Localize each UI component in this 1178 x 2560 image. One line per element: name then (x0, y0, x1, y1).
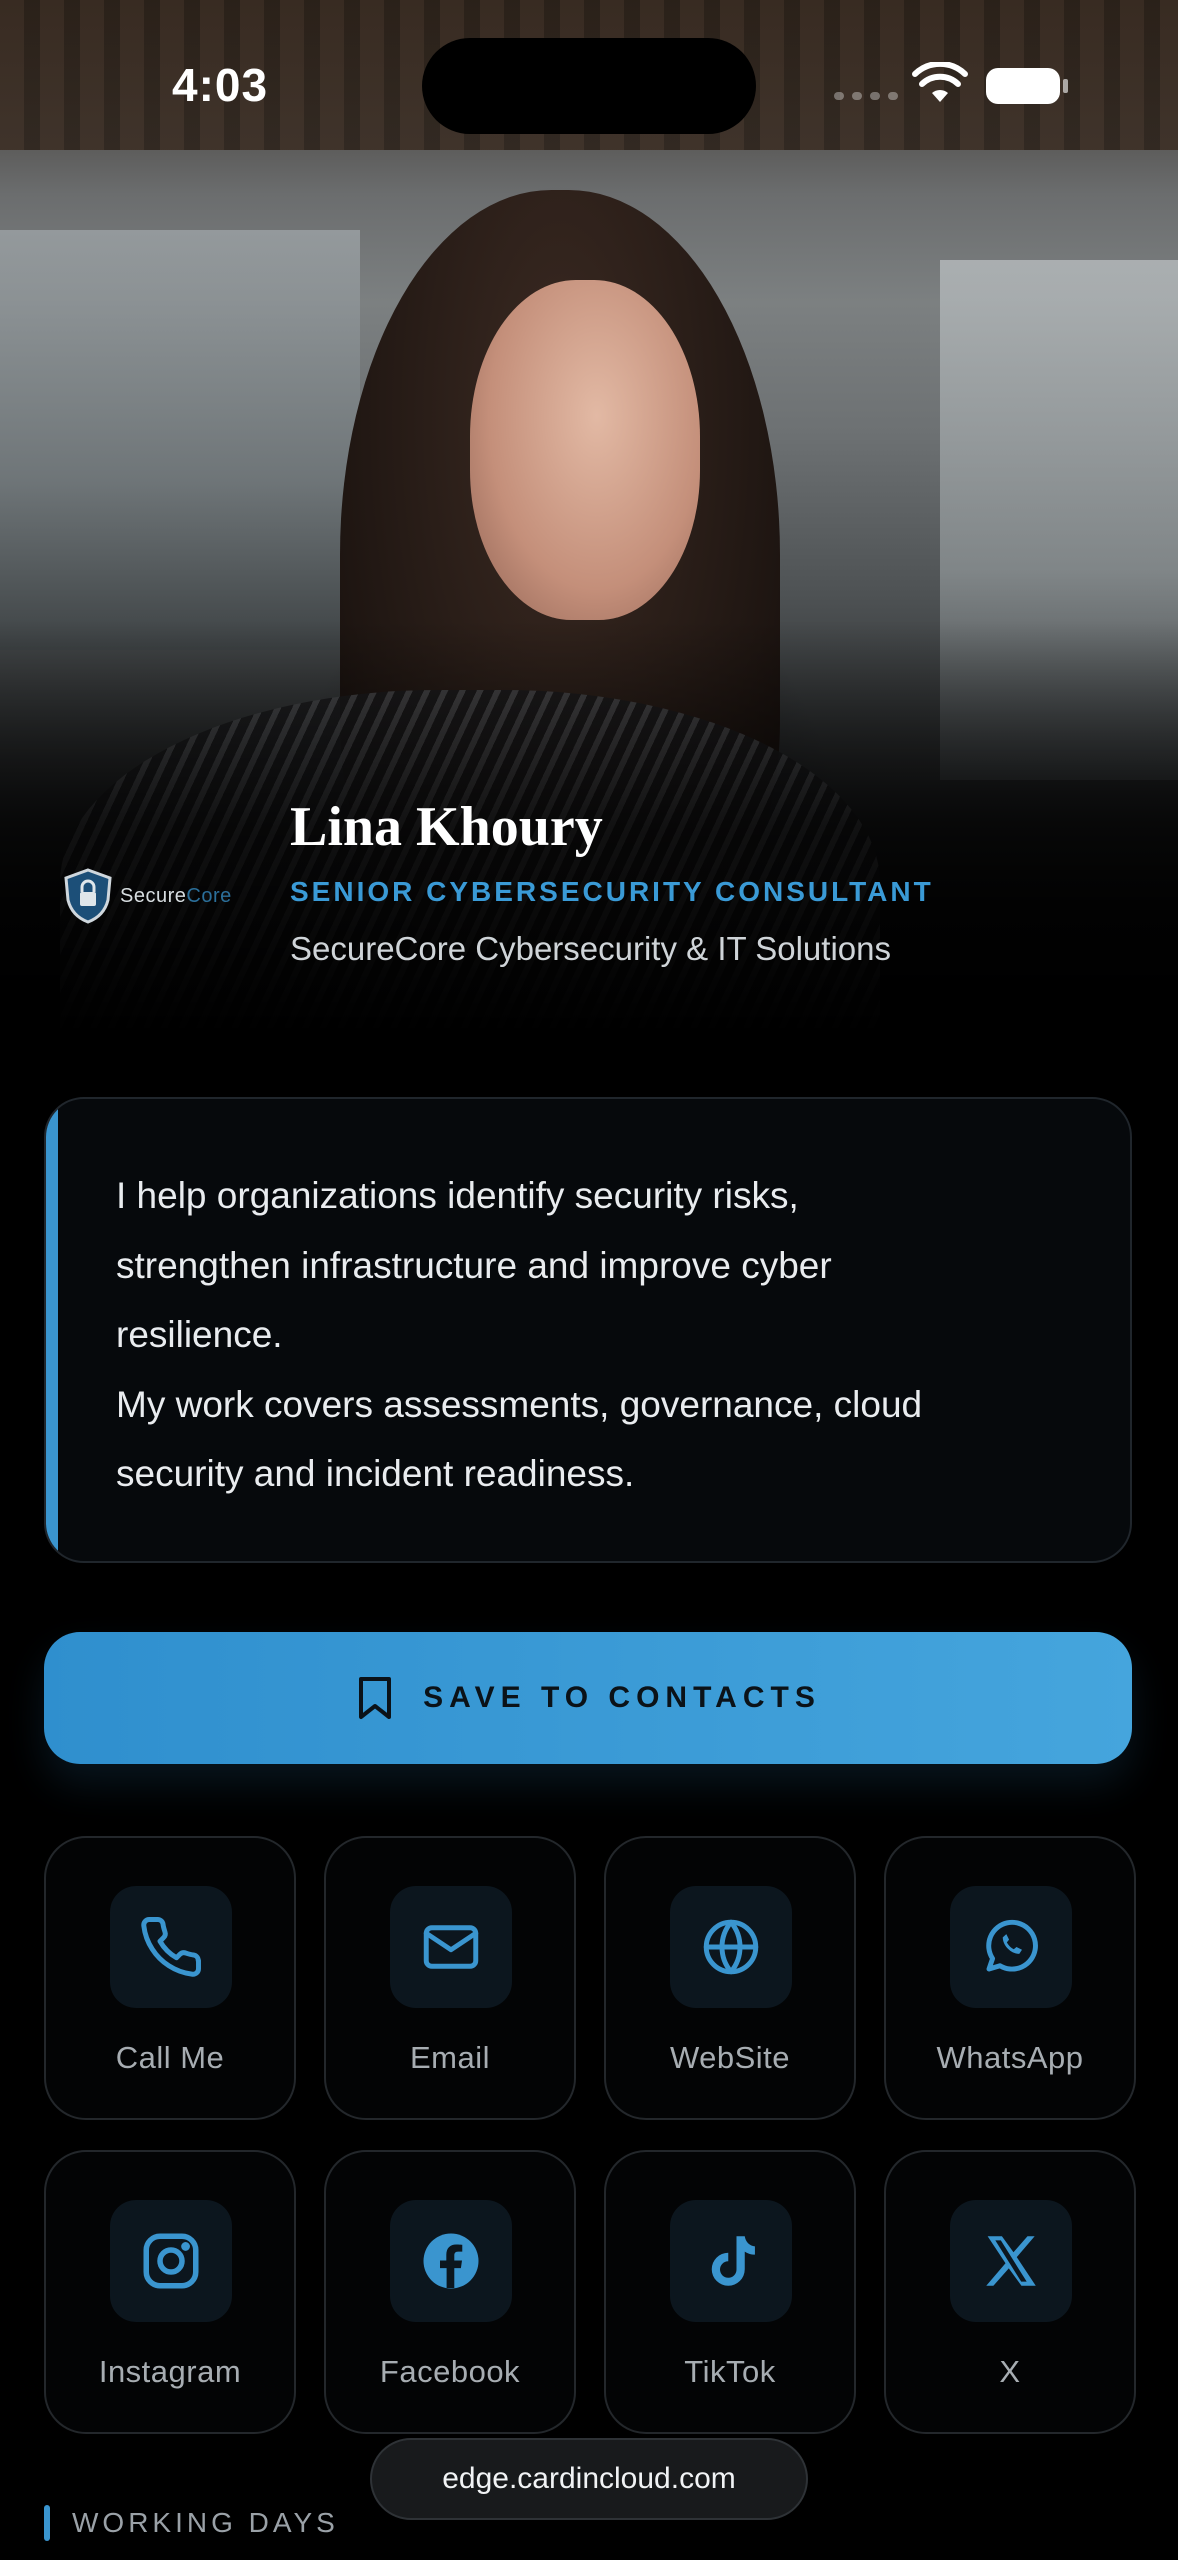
instagram-icon (143, 2233, 199, 2289)
section-title: WORKING DAYS (72, 2507, 339, 2538)
contact-website-tile[interactable]: WebSite (604, 1836, 856, 2120)
status-time: 4:03 (172, 59, 269, 111)
wifi-icon (912, 62, 968, 102)
contact-label: Call Me (115, 2040, 225, 2075)
phone-icon (141, 1917, 201, 1977)
bio-line: resilience. (116, 1314, 283, 1355)
contact-instagram-tile[interactable]: Instagram (44, 2150, 296, 2434)
icon-box (670, 2200, 792, 2322)
contact-label: Email (409, 2040, 490, 2075)
contact-label: Facebook (379, 2354, 521, 2389)
contact-call-tile[interactable]: Call Me (44, 1836, 296, 2120)
bio-text: I help organizations identify security r… (116, 1161, 1076, 1509)
globe-icon (703, 1919, 759, 1975)
save-button-label: SAVE TO CONTACTS (423, 1681, 821, 1714)
browser-url-pill[interactable]: edge.cardincloud.com (370, 2438, 808, 2520)
contact-label: TikTok (684, 2354, 776, 2389)
contact-email-tile[interactable]: Email (324, 1836, 576, 2120)
section-accent-bar (44, 2505, 50, 2541)
profile-role: SENIOR CYBERSECURITY CONSULTANT (290, 876, 934, 907)
contact-facebook-tile[interactable]: Facebook (324, 2150, 576, 2434)
tiktok-icon (711, 2236, 755, 2286)
contact-tiktok-tile[interactable]: TikTok (604, 2150, 856, 2434)
bio-line: My work covers assessments, governance, … (116, 1383, 923, 1425)
bio-card: I help organizations identify security r… (44, 1097, 1132, 1563)
icon-box (670, 1886, 792, 2008)
company-logo: SecureCore (62, 868, 232, 924)
icon-box (390, 1886, 512, 2008)
icon-box (950, 1886, 1072, 2008)
contact-whatsapp-tile[interactable]: WhatsApp (884, 1836, 1136, 2120)
facebook-icon (423, 2233, 479, 2289)
contact-label: X (999, 2354, 1021, 2389)
logo-wordmark: SecureCore (120, 884, 232, 907)
bio-line: security and incident readiness. (116, 1453, 635, 1494)
bookmark-icon (359, 1677, 392, 1719)
contact-x-tile[interactable]: X (884, 2150, 1136, 2434)
save-to-contacts-button[interactable]: SAVE TO CONTACTS (44, 1632, 1132, 1764)
contact-label: Instagram (98, 2354, 242, 2389)
bio-line: strengthen infrastructure and improve cy… (116, 1244, 832, 1286)
cellular-signal-icon (834, 92, 898, 100)
x-icon (986, 2236, 1036, 2286)
section-header-working-days: WORKING DAYS (44, 2505, 339, 2541)
battery-icon (986, 68, 1068, 104)
whatsapp-icon (986, 1919, 1038, 1972)
person-face (470, 280, 700, 620)
contact-label: WhatsApp (936, 2040, 1084, 2075)
profile-company: SecureCore Cybersecurity & IT Solutions (290, 930, 891, 967)
icon-box (110, 1886, 232, 2008)
dynamic-island (422, 38, 756, 134)
icon-box (110, 2200, 232, 2322)
icon-box (950, 2200, 1072, 2322)
profile-name: Lina Khoury (290, 796, 603, 858)
mail-icon (423, 1925, 479, 1969)
bio-line: I help organizations identify security r… (116, 1175, 799, 1216)
icon-box (390, 2200, 512, 2322)
contact-label: WebSite (669, 2040, 791, 2075)
office-background-left (0, 230, 360, 650)
shield-icon (64, 868, 112, 924)
